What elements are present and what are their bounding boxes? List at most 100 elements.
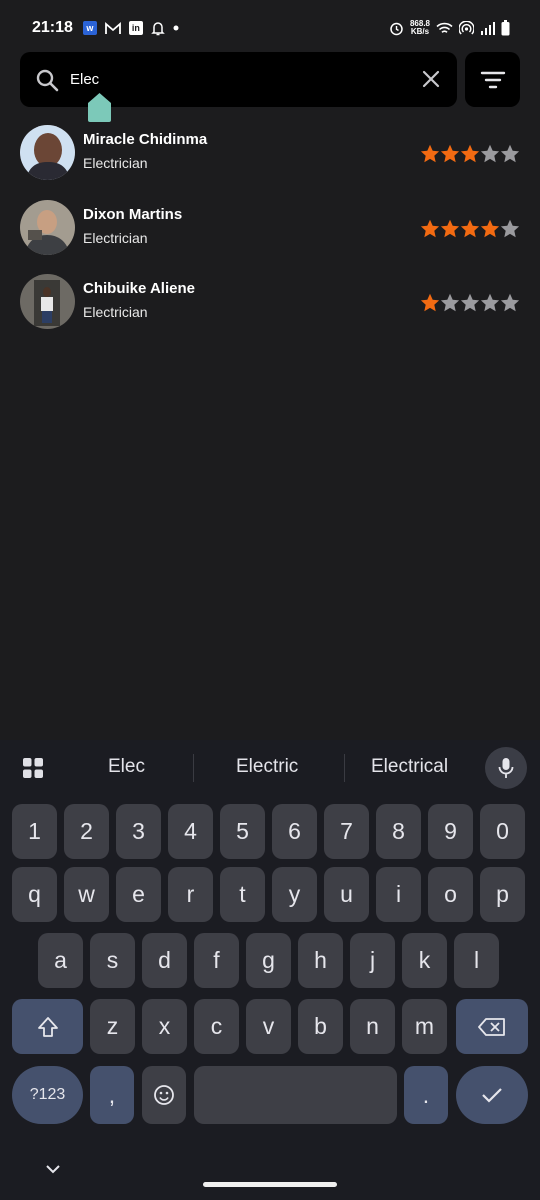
letter-key[interactable]: u <box>324 867 369 922</box>
number-key[interactable]: 1 <box>12 804 57 859</box>
backspace-key[interactable] <box>456 999 528 1054</box>
search-bar[interactable] <box>20 52 457 107</box>
emoji-key[interactable] <box>142 1066 186 1124</box>
comma-key[interactable]: , <box>90 1066 134 1124</box>
letter-key[interactable]: c <box>194 999 239 1054</box>
space-key[interactable] <box>194 1066 397 1124</box>
result-name: Dixon Martins <box>83 206 183 223</box>
result-item[interactable]: Miracle Chidinma Electrician <box>20 125 520 181</box>
close-icon[interactable] <box>419 67 443 91</box>
suggestion-word[interactable]: Electrical <box>371 756 448 778</box>
filter-icon <box>480 71 505 88</box>
rating-stars <box>420 293 520 312</box>
chevron-down-icon[interactable] <box>44 1160 62 1178</box>
notification-bell-icon <box>151 21 165 35</box>
suggestion-divider <box>193 754 194 782</box>
letter-key[interactable]: g <box>246 933 291 988</box>
star-empty-icon <box>460 293 480 312</box>
letter-key[interactable]: w <box>64 867 109 922</box>
network-speed: 868.8 KB/s <box>410 20 430 36</box>
star-filled-icon <box>480 219 500 238</box>
network-speed-unit: KB/s <box>410 27 430 36</box>
apps-grid-icon[interactable] <box>22 757 44 779</box>
number-key[interactable]: 7 <box>324 804 369 859</box>
letter-key[interactable]: a <box>38 933 83 988</box>
letter-key[interactable]: k <box>402 933 447 988</box>
shift-key[interactable] <box>12 999 83 1054</box>
star-empty-icon <box>480 293 500 312</box>
letter-key[interactable]: d <box>142 933 187 988</box>
letter-key[interactable]: q <box>12 867 57 922</box>
period-key[interactable]: . <box>404 1066 448 1124</box>
letter-key[interactable]: o <box>428 867 473 922</box>
letter-key[interactable]: s <box>90 933 135 988</box>
number-key[interactable]: 0 <box>480 804 525 859</box>
voice-input-button[interactable] <box>485 747 527 789</box>
avatar <box>20 125 75 180</box>
letter-key[interactable]: y <box>272 867 317 922</box>
result-role: Electrician <box>83 304 148 320</box>
result-name: Miracle Chidinma <box>83 131 208 148</box>
result-role: Electrician <box>83 155 148 171</box>
result-name: Chibuike Aliene <box>83 280 195 297</box>
suggestion-word[interactable]: Electric <box>236 756 298 778</box>
status-time: 21:18 <box>32 19 73 36</box>
gmail-icon <box>105 21 121 34</box>
number-key[interactable]: 2 <box>64 804 109 859</box>
number-key[interactable]: 6 <box>272 804 317 859</box>
search-input[interactable] <box>70 52 400 107</box>
number-key[interactable]: 5 <box>220 804 265 859</box>
status-bar: 21:18 w in 868.8 KB/s <box>0 0 540 56</box>
suggestion-divider <box>344 754 345 782</box>
keyboard: Elec Electric Electrical 1234567890 qwert… <box>0 740 540 1200</box>
letter-key[interactable]: l <box>454 933 499 988</box>
avatar <box>20 274 75 329</box>
avatar <box>20 200 75 255</box>
enter-key[interactable] <box>456 1066 528 1124</box>
search-icon <box>36 69 59 92</box>
letter-key[interactable]: z <box>90 999 135 1054</box>
star-filled-icon <box>420 144 440 163</box>
letter-key[interactable]: n <box>350 999 395 1054</box>
letter-key[interactable]: j <box>350 933 395 988</box>
letter-key[interactable]: f <box>194 933 239 988</box>
number-key[interactable]: 3 <box>116 804 161 859</box>
suggestion-strip: Elec Electric Electrical <box>0 740 540 797</box>
w-app-icon: w <box>82 21 97 35</box>
signal-icon <box>481 21 495 35</box>
number-key[interactable]: 4 <box>168 804 213 859</box>
star-empty-icon <box>500 293 520 312</box>
result-item[interactable]: Dixon Martins Electrician <box>20 200 520 256</box>
number-key[interactable]: 8 <box>376 804 421 859</box>
star-filled-icon <box>420 293 440 312</box>
star-empty-icon <box>480 144 500 163</box>
hotspot-icon <box>459 21 474 35</box>
filter-button[interactable] <box>465 52 520 107</box>
star-empty-icon <box>440 293 460 312</box>
letter-key[interactable]: p <box>480 867 525 922</box>
star-empty-icon <box>500 144 520 163</box>
letter-key[interactable]: m <box>402 999 447 1054</box>
star-filled-icon <box>420 219 440 238</box>
letter-key[interactable]: b <box>298 999 343 1054</box>
letter-key[interactable]: v <box>246 999 291 1054</box>
letter-key[interactable]: r <box>168 867 213 922</box>
result-role: Electrician <box>83 230 148 246</box>
letter-key[interactable]: t <box>220 867 265 922</box>
letter-key[interactable]: i <box>376 867 421 922</box>
rating-stars <box>420 144 520 163</box>
star-empty-icon <box>500 219 520 238</box>
star-filled-icon <box>460 219 480 238</box>
shift-icon <box>37 1016 58 1037</box>
home-indicator[interactable] <box>203 1182 337 1187</box>
letter-key[interactable]: h <box>298 933 343 988</box>
letter-key[interactable]: e <box>116 867 161 922</box>
text-cursor-handle[interactable] <box>88 93 111 122</box>
suggestion-word[interactable]: Elec <box>108 756 145 778</box>
result-item[interactable]: Chibuike Aliene Electrician <box>20 274 520 330</box>
number-key[interactable]: 9 <box>428 804 473 859</box>
letter-key[interactable]: x <box>142 999 187 1054</box>
symbols-key[interactable]: ?123 <box>12 1066 83 1124</box>
battery-icon <box>501 20 510 36</box>
rating-stars <box>420 219 520 238</box>
